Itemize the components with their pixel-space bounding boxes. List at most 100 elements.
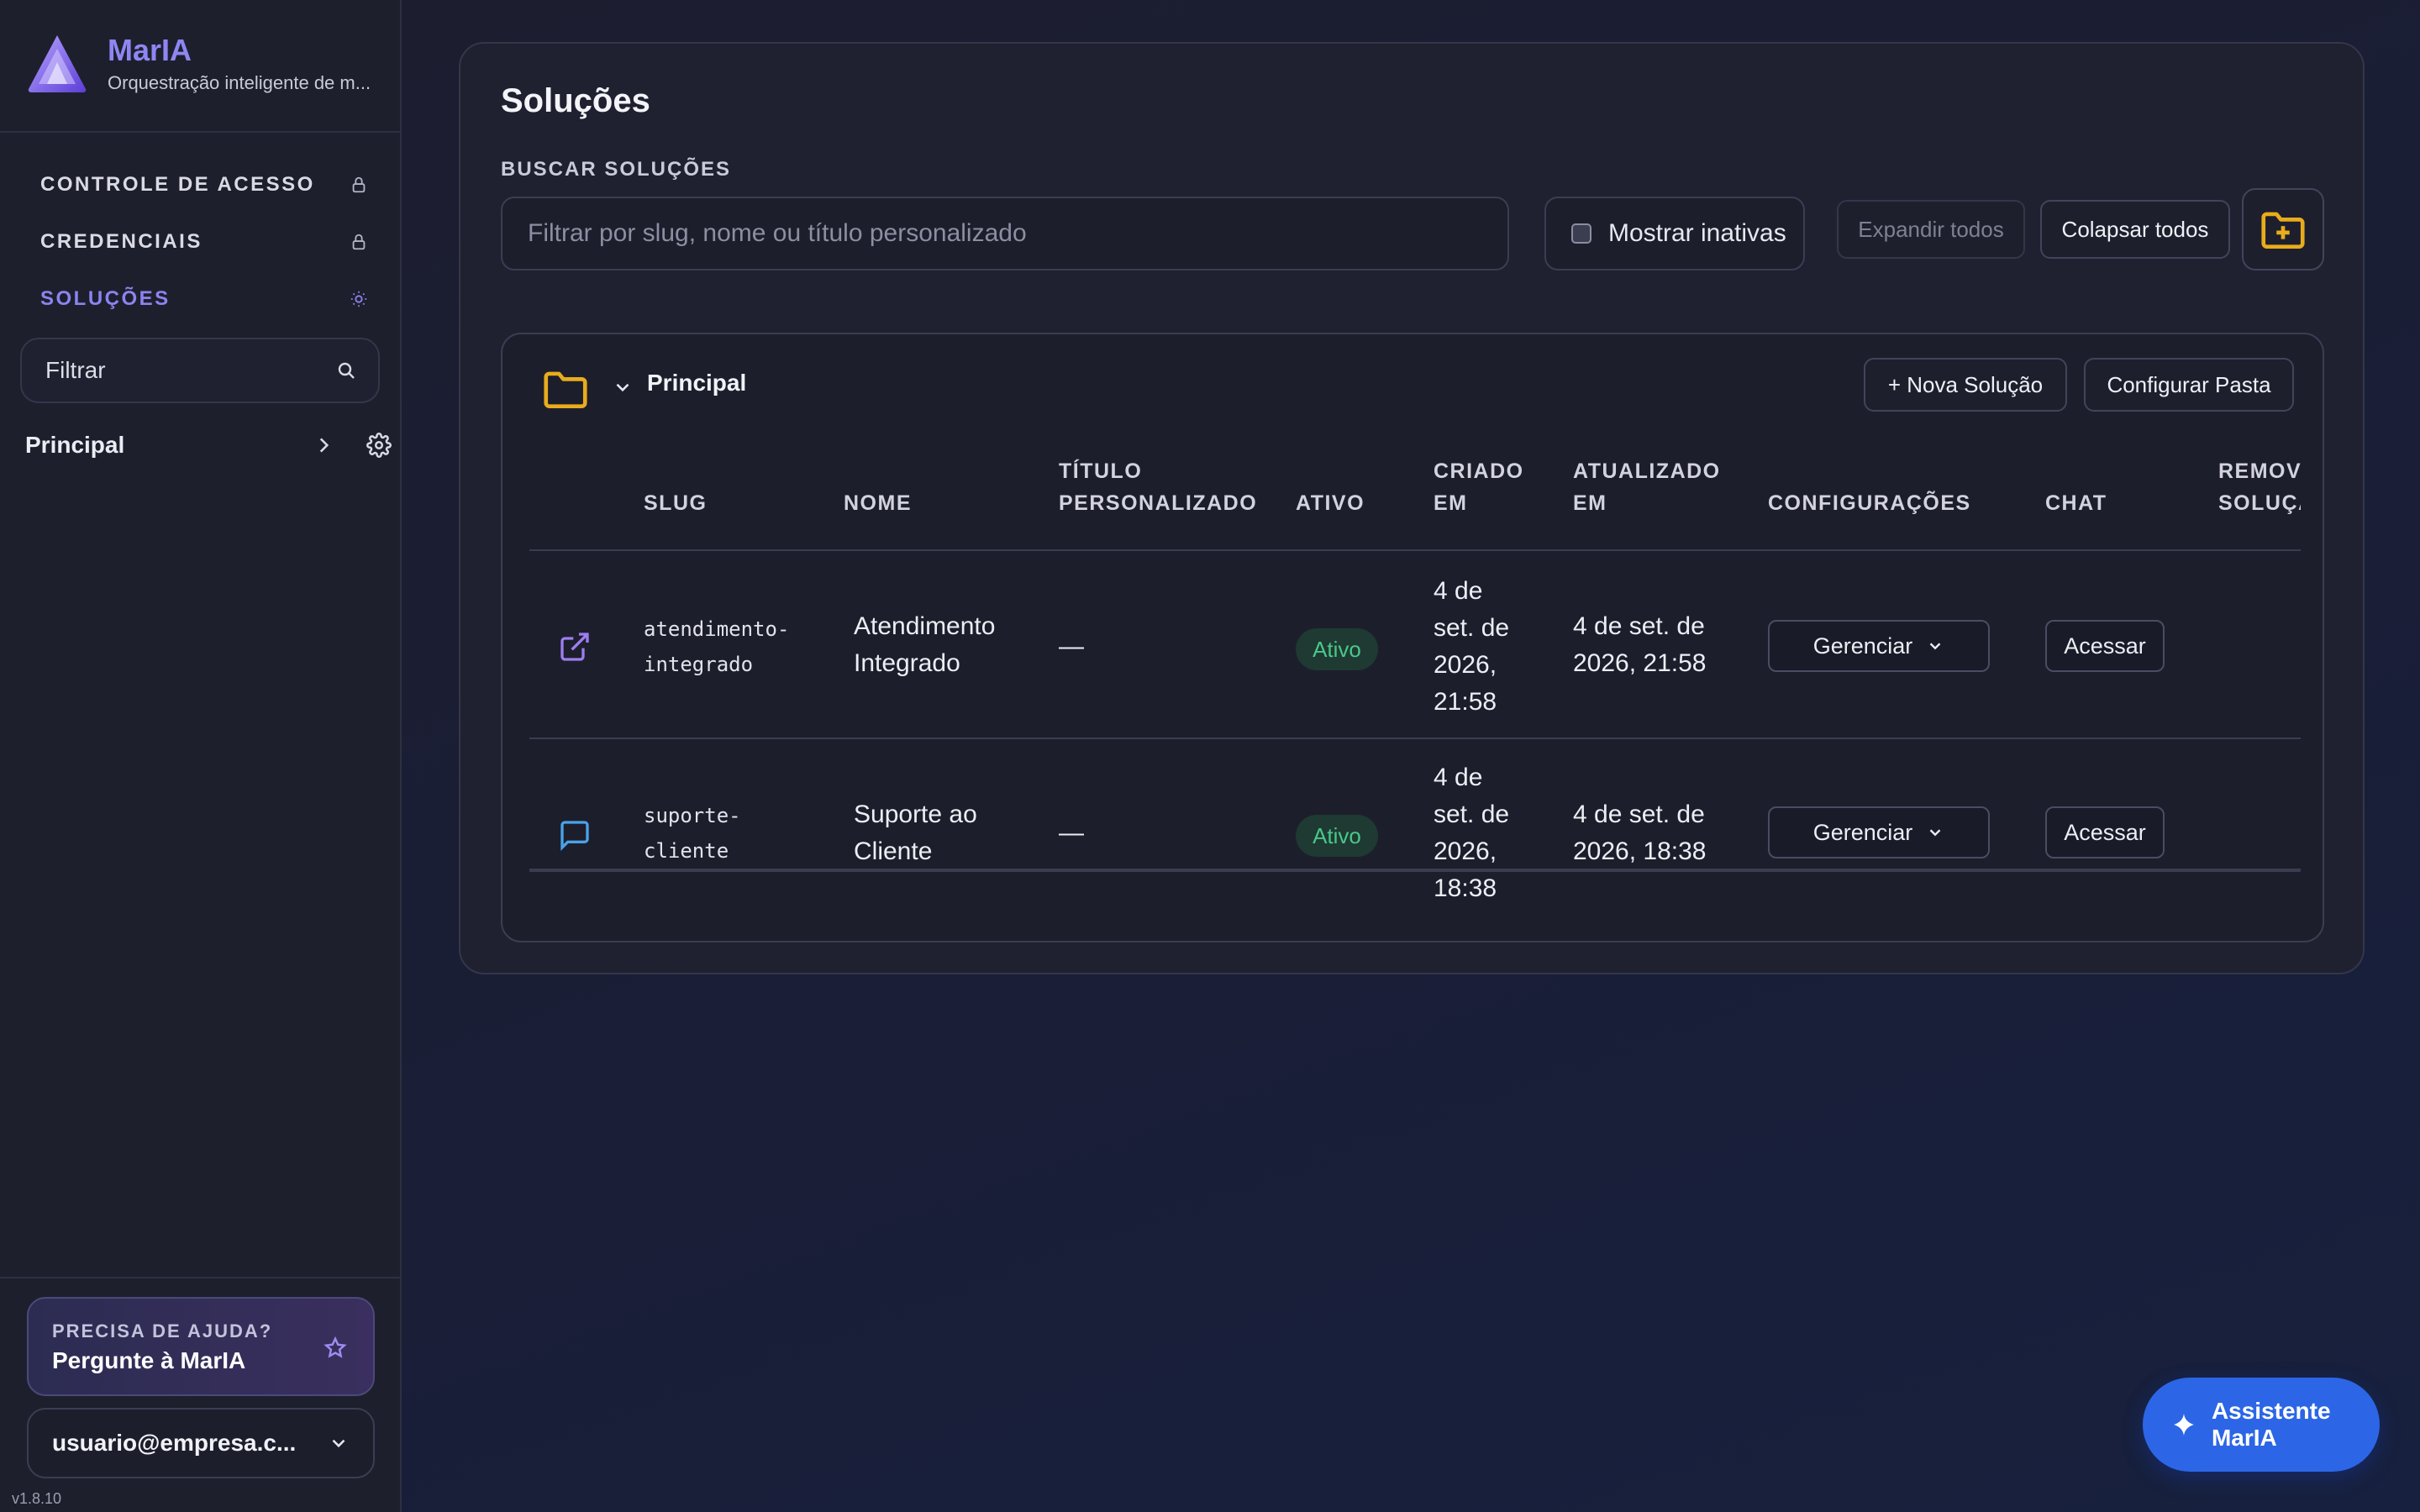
cell-nome-line: Cliente [854,837,933,865]
cell-nome: Suporte ao Cliente [854,796,977,870]
gear-icon[interactable] [366,433,392,458]
cell-atualizado-em: 4 de set. de 2026, 21:58 [1573,608,1706,682]
status-badge: Ativo [1296,815,1378,857]
cell-titulo: — [1059,633,1084,660]
cell-nome-line: Integrado [854,649,960,677]
chevron-down-icon[interactable] [612,376,634,398]
column-header-line: PERSONALIZADO [1059,491,1258,515]
cell-date-line: set. de [1434,614,1510,642]
folder-plus-icon [2261,212,2305,249]
sparkle-star-icon [324,1336,347,1358]
lock-icon [352,234,366,250]
chevron-down-icon [1929,643,1941,650]
cell-date-line: 2026, [1434,837,1497,865]
manage-label: Gerenciar [1812,633,1913,659]
assistant-maria-button[interactable]: Assistente MarIA [2143,1378,2380,1472]
sidebar-item-solucoes[interactable]: SOLUÇÕES [40,282,368,316]
folder-name: Principal [647,370,747,396]
manage-dropdown-button[interactable]: Gerenciar [1768,806,1990,858]
lock-icon [352,176,366,193]
sidebar-item-credenciais[interactable]: CREDENCIAIS [40,225,368,259]
chat-bubble-icon[interactable] [558,818,592,852]
sidebar-item-label: CREDENCIAIS [40,230,203,253]
search-input[interactable] [501,197,1509,270]
cell-atualizado-em: 4 de set. de 2026, 18:38 [1573,796,1706,870]
app-version: v1.8.10 [12,1490,62,1507]
column-header-remover-solucao: REMOV SOLUÇÃ [2218,455,2301,519]
column-header-line: EM [1573,491,1607,515]
column-header-atualizado-em: ATUALIZADO EM [1573,455,1721,519]
column-header-slug: SLUG [644,491,708,515]
access-chat-button[interactable]: Acessar [2045,620,2165,672]
sidebar-item-controle-de-acesso[interactable]: CONTROLE DE ACESSO [40,168,368,202]
brand-name: MarIA [108,33,192,67]
sidebar: MarIA Orquestração inteligente de m... C… [0,0,402,1512]
cell-date-line: 21:58 [1434,688,1497,716]
user-email: usuario@empresa.c... [52,1430,297,1456]
chevron-down-icon [1929,829,1941,837]
column-header-line: ATUALIZADO [1573,459,1721,483]
folder-section-principal: Principal + Nova Solução Configurar Past… [501,333,2324,942]
add-folder-button[interactable] [2242,188,2324,270]
cell-date-line: set. de [1434,801,1510,828]
access-chat-button[interactable]: Acessar [2045,806,2165,858]
tree-item-label: Principal [25,432,125,458]
column-header-line: EM [1434,491,1468,515]
column-header-ativo: ATIVO [1296,491,1365,515]
help-card[interactable]: PRECISA DE AJUDA? Pergunte à MarIA [27,1297,375,1396]
cell-slug-line: atendimento- [644,617,790,641]
column-header-criado-em: CRIADO EM [1434,455,1524,519]
cell-slug-line: suporte- [644,804,741,827]
cell-nome-line: Atendimento [854,612,996,640]
cell-date-line: 18:38 [1434,874,1497,902]
cell-nome: Atendimento Integrado [854,608,995,682]
cell-slug-line: cliente [644,839,729,863]
cell-date-line: 4 de set. de [1573,801,1705,828]
assistant-label: Assistente MarIA [2211,1398,2331,1451]
column-header-chat: CHAT [2045,491,2107,515]
chevron-right-icon[interactable] [313,434,334,456]
help-card-title: Pergunte à MarIA [52,1347,246,1373]
external-link-icon[interactable] [558,630,592,664]
expand-all-button[interactable]: Expandir todos [1837,200,2025,259]
sparkle-icon [2174,1413,2194,1436]
cell-date-line: 4 de [1434,577,1483,605]
manage-label: Gerenciar [1812,819,1913,845]
chevron-down-icon [332,1439,345,1448]
show-inactive-label: Mostrar inativas [1608,219,1786,247]
status-badge: Ativo [1296,628,1378,670]
column-header-line: TÍTULO [1059,459,1143,483]
cell-date-line: 4 de [1434,764,1483,791]
user-menu[interactable]: usuario@empresa.c... [27,1408,375,1478]
sidebar-bottom-divider [0,1277,400,1278]
cell-nome-line: Suporte ao [854,801,977,828]
brand-subtitle: Orquestração inteligente de m... [108,72,371,93]
folder-icon [544,371,587,408]
cell-slug: suporte- cliente [644,798,741,869]
column-header-nome: NOME [844,491,912,515]
table-row-divider [529,870,2301,872]
cell-slug: atendimento- integrado [644,612,789,682]
table-header-divider [529,549,2301,551]
column-header-line: SOLUÇÃ [2218,491,2301,515]
cell-titulo: — [1059,819,1084,847]
solutions-table: SLUG NOME TÍTULO PERSONALIZADO ATIVO CRI… [529,444,2301,914]
cell-slug-line: integrado [644,653,754,676]
search-label: BUSCAR SOLUÇÕES [501,158,732,181]
column-header-line: CRIADO [1434,459,1524,483]
sidebar-tree-item-principal[interactable]: Principal [25,427,392,464]
sidebar-divider [0,131,400,133]
search-icon [338,362,355,379]
sidebar-filter[interactable] [20,338,380,403]
maria-logo-icon [28,35,87,92]
new-solution-button[interactable]: + Nova Solução [1864,358,2067,412]
sidebar-filter-input[interactable] [45,357,314,384]
solutions-panel: Soluções BUSCAR SOLUÇÕES Mostrar inativa… [459,42,2365,974]
brand[interactable]: MarIA Orquestração inteligente de m... [25,32,378,99]
configure-folder-button[interactable]: Configurar Pasta [2084,358,2294,412]
collapse-all-button[interactable]: Colapsar todos [2040,200,2230,259]
column-header-line: REMOV [2218,459,2301,483]
manage-dropdown-button[interactable]: Gerenciar [1768,620,1990,672]
show-inactive-toggle[interactable]: Mostrar inativas [1544,197,1805,270]
show-inactive-checkbox[interactable] [1571,223,1591,244]
